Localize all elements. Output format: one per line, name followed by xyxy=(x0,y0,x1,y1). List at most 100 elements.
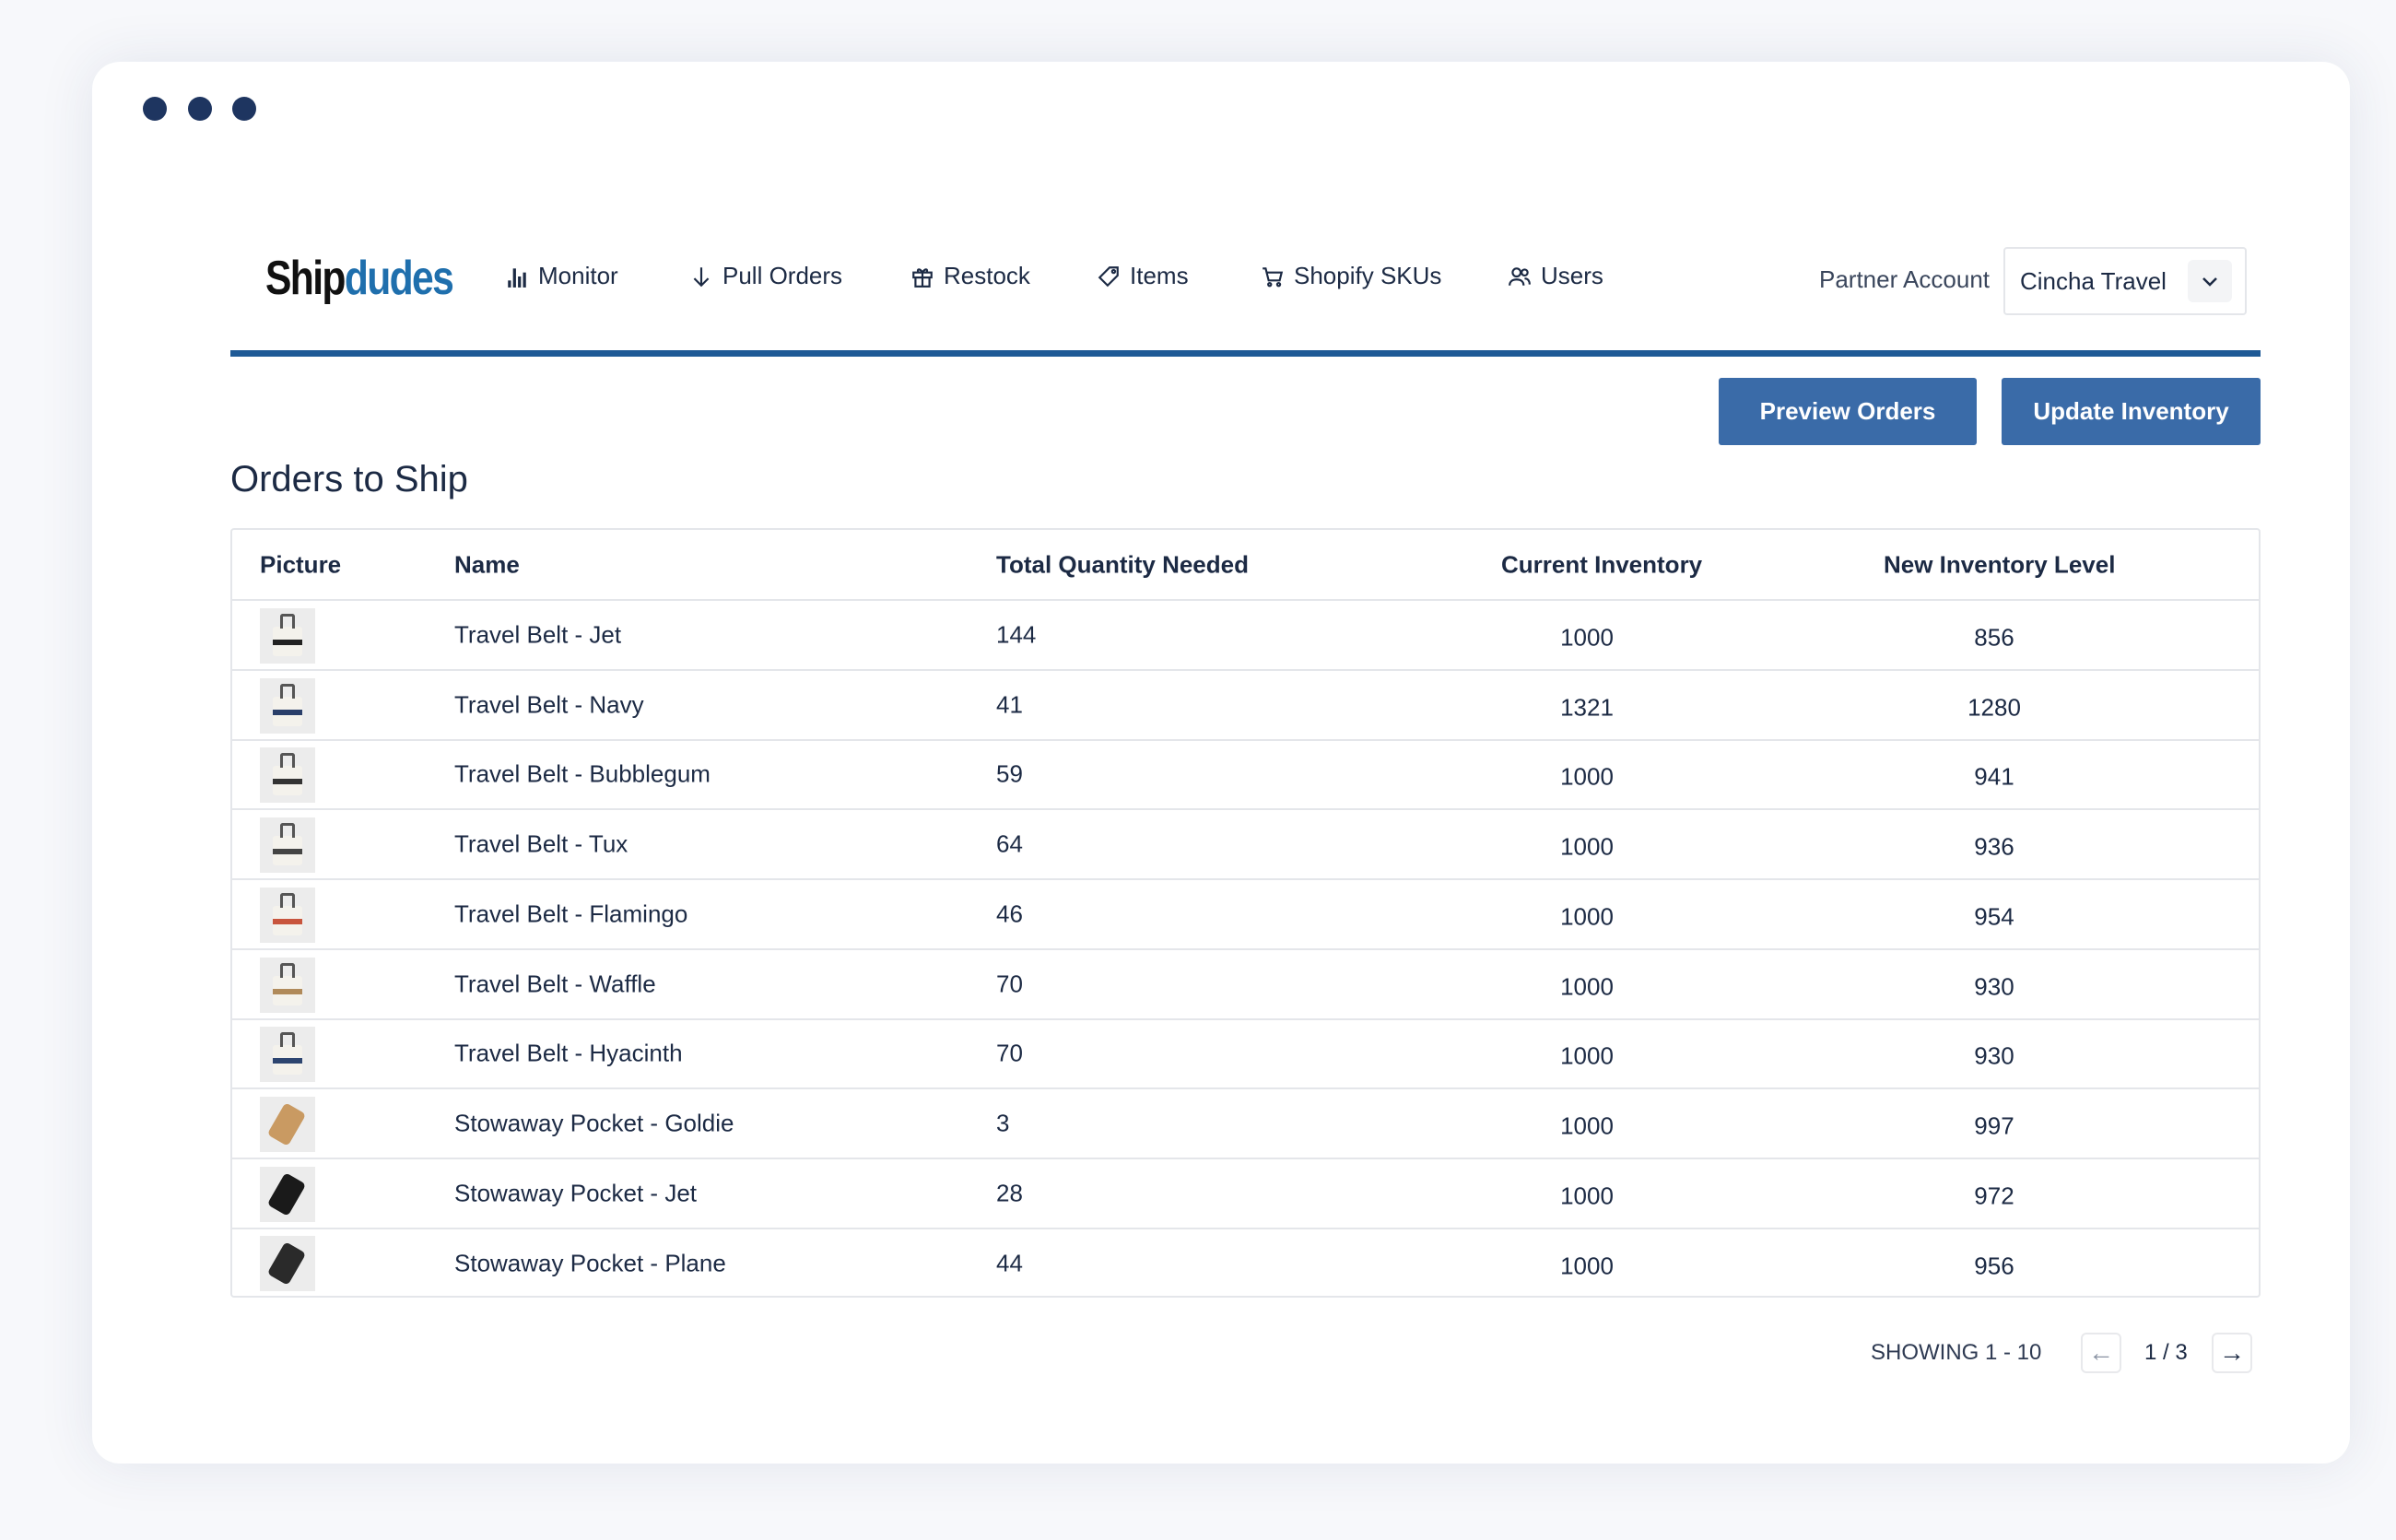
nav-pull-orders[interactable]: Pull Orders xyxy=(689,262,842,290)
users-icon xyxy=(1508,265,1532,288)
nav-label: Pull Orders xyxy=(722,262,842,290)
logo-part2: dudes xyxy=(345,252,452,305)
table-row[interactable]: Travel Belt - Jet 144 1000 856 xyxy=(232,601,2259,671)
total-quantity: 59 xyxy=(996,760,1023,789)
total-quantity: 28 xyxy=(996,1179,1023,1207)
new-inventory-level: 997 xyxy=(1974,1111,2014,1140)
table-row[interactable]: Travel Belt - Bubblegum 59 1000 941 xyxy=(232,740,2259,810)
total-quantity: 70 xyxy=(996,970,1023,998)
partner-account-select[interactable]: Cincha Travel xyxy=(2003,247,2247,315)
total-quantity: 64 xyxy=(996,830,1023,859)
header-current-inventory: Current Inventory xyxy=(1501,550,1702,579)
table-row[interactable]: Travel Belt - Waffle 70 1000 930 xyxy=(232,950,2259,1020)
new-inventory-level: 1280 xyxy=(1967,693,2021,722)
total-quantity: 44 xyxy=(996,1250,1023,1278)
total-quantity: 41 xyxy=(996,690,1023,719)
preview-orders-button[interactable]: Preview Orders xyxy=(1719,378,1977,445)
showing-count: SHOWING 1 - 10 xyxy=(1871,1340,2041,1366)
product-thumbnail xyxy=(260,747,315,803)
new-inventory-level: 930 xyxy=(1974,972,2014,1001)
nav-items[interactable]: Items xyxy=(1097,262,1189,290)
total-quantity: 46 xyxy=(996,899,1023,928)
current-inventory: 1000 xyxy=(1560,1181,1614,1210)
current-inventory: 1000 xyxy=(1560,1111,1614,1140)
product-name: Travel Belt - Tux xyxy=(454,830,628,859)
current-inventory: 1000 xyxy=(1560,624,1614,652)
bar-chart-icon xyxy=(505,265,529,288)
new-inventory-level: 956 xyxy=(1974,1252,2014,1281)
nav-shopify-skus[interactable]: Shopify SKUs xyxy=(1261,262,1441,290)
tag-icon xyxy=(1097,265,1121,288)
cart-icon xyxy=(1261,265,1285,288)
update-inventory-button[interactable]: Update Inventory xyxy=(2002,378,2261,445)
new-inventory-level: 936 xyxy=(1974,833,2014,862)
orders-table: Picture Name Total Quantity Needed Curre… xyxy=(230,528,2261,1298)
table-row[interactable]: Travel Belt - Navy 41 1321 1280 xyxy=(232,671,2259,741)
window-dot-icon xyxy=(232,97,256,121)
current-inventory: 1000 xyxy=(1560,972,1614,1001)
product-thumbnail xyxy=(260,958,315,1013)
page-indicator: 1 / 3 xyxy=(2144,1340,2188,1366)
product-name: Travel Belt - Bubblegum xyxy=(454,760,711,789)
current-inventory: 1000 xyxy=(1560,763,1614,792)
chevron-down-icon[interactable] xyxy=(2188,260,2232,302)
current-inventory: 1000 xyxy=(1560,902,1614,931)
logo-part1: Ship xyxy=(265,252,345,305)
product-thumbnail xyxy=(260,817,315,873)
nav-monitor[interactable]: Monitor xyxy=(505,262,618,290)
table-row[interactable]: Travel Belt - Hyacinth 70 1000 930 xyxy=(232,1019,2259,1089)
table-header: Picture Name Total Quantity Needed Curre… xyxy=(232,530,2259,601)
header-name: Name xyxy=(454,550,520,579)
product-name: Travel Belt - Waffle xyxy=(454,970,656,998)
product-thumbnail xyxy=(260,1027,315,1082)
header-divider xyxy=(230,350,2261,357)
current-inventory: 1000 xyxy=(1560,833,1614,862)
window-dot-icon xyxy=(188,97,212,121)
product-name: Travel Belt - Jet xyxy=(454,621,621,650)
product-thumbnail xyxy=(260,1167,315,1222)
table-row[interactable]: Travel Belt - Flamingo 46 1000 954 xyxy=(232,880,2259,950)
current-inventory: 1000 xyxy=(1560,1042,1614,1071)
product-thumbnail xyxy=(260,888,315,943)
header-picture: Picture xyxy=(260,550,341,579)
table-row[interactable]: Stowaway Pocket - Plane 44 1000 956 xyxy=(232,1228,2259,1299)
nav-label: Monitor xyxy=(538,262,618,290)
window-dot-icon xyxy=(143,97,167,121)
table-row[interactable]: Travel Belt - Tux 64 1000 936 xyxy=(232,810,2259,880)
product-thumbnail xyxy=(260,1097,315,1152)
table-row[interactable]: Stowaway Pocket - Jet 28 1000 972 xyxy=(232,1159,2259,1229)
product-thumbnail xyxy=(260,1236,315,1291)
partner-account-label: Partner Account xyxy=(1819,265,1990,294)
product-name: Travel Belt - Hyacinth xyxy=(454,1040,683,1068)
prev-page-button[interactable]: ← xyxy=(2081,1333,2121,1373)
table-row[interactable]: Stowaway Pocket - Goldie 3 1000 997 xyxy=(232,1089,2259,1159)
new-inventory-level: 972 xyxy=(1974,1181,2014,1210)
total-quantity: 70 xyxy=(996,1040,1023,1068)
nav-restock[interactable]: Restock xyxy=(910,262,1030,290)
total-quantity: 144 xyxy=(996,621,1036,650)
nav-label: Users xyxy=(1541,262,1603,290)
header-new-inventory: New Inventory Level xyxy=(1884,550,2115,579)
new-inventory-level: 930 xyxy=(1974,1042,2014,1071)
new-inventory-level: 856 xyxy=(1974,624,2014,652)
product-name: Travel Belt - Navy xyxy=(454,690,644,719)
product-name: Stowaway Pocket - Goldie xyxy=(454,1109,734,1137)
current-inventory: 1000 xyxy=(1560,1252,1614,1281)
arrow-down-icon xyxy=(689,265,713,288)
next-page-button[interactable]: → xyxy=(2212,1333,2252,1373)
new-inventory-level: 941 xyxy=(1974,763,2014,792)
nav-users[interactable]: Users xyxy=(1508,262,1603,290)
nav-label: Items xyxy=(1130,262,1189,290)
nav-label: Shopify SKUs xyxy=(1294,262,1441,290)
page-title: Orders to Ship xyxy=(230,459,468,500)
product-name: Travel Belt - Flamingo xyxy=(454,899,687,928)
gift-icon xyxy=(910,265,934,288)
product-thumbnail xyxy=(260,678,315,734)
new-inventory-level: 954 xyxy=(1974,902,2014,931)
current-inventory: 1321 xyxy=(1560,693,1614,722)
partner-account-value: Cincha Travel xyxy=(2020,267,2167,296)
brand-logo[interactable]: Shipdudes xyxy=(265,251,452,306)
total-quantity: 3 xyxy=(996,1109,1009,1137)
header-total-quantity: Total Quantity Needed xyxy=(996,550,1249,579)
product-name: Stowaway Pocket - Plane xyxy=(454,1250,726,1278)
